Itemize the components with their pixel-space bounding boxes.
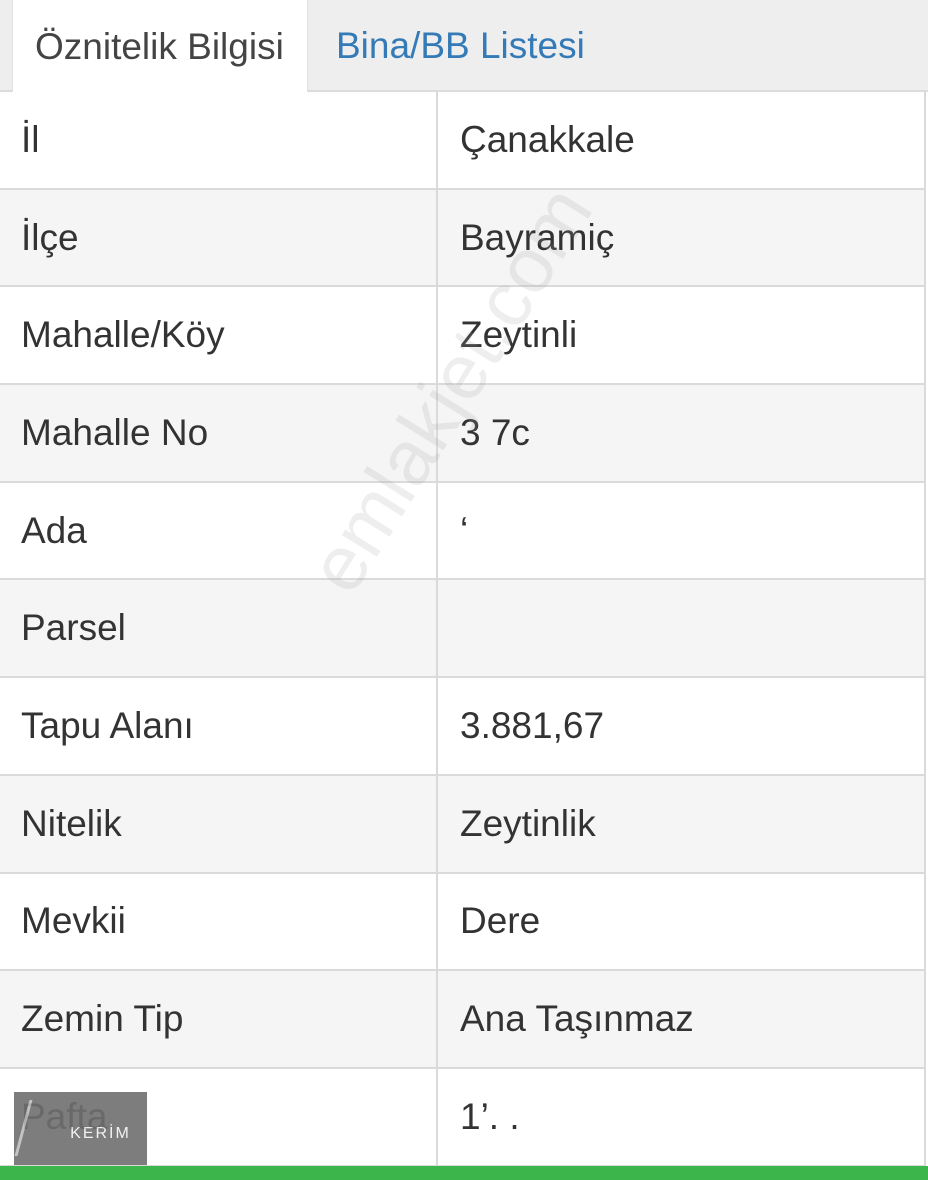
row-label-tapu-alani: Tapu Alanı [0, 678, 438, 774]
table-row: İl Çanakkale [0, 92, 924, 190]
tab-bar: Öznitelik Bilgisi Bina/BB Listesi [0, 0, 928, 94]
row-value-pafta: 1’. . [460, 1095, 520, 1137]
bottom-green-bar [0, 1166, 928, 1180]
table-row: Mahalle/Köy Zeytinli [0, 287, 924, 386]
row-label-zemin-tip: Zemin Tip [0, 971, 438, 1067]
table-row: Tapu Alanı 3.881,67 [0, 678, 924, 776]
attribute-table: İl Çanakkale İlçe Bayramiç Mahalle/Köy Z… [0, 92, 926, 1167]
row-value-il: Çanakkale [460, 118, 635, 160]
row-label-mevkii: Mevkii [0, 873, 438, 970]
logo-text: KERİM [70, 1124, 131, 1142]
logo-mark-icon [14, 1100, 73, 1156]
row-value-tapu-alani: 3.881,67 [460, 704, 605, 746]
table-row: Nitelik Zeytinlik [0, 775, 924, 874]
row-label-parsel: Parsel [0, 580, 438, 677]
row-label-mahalle-no: Mahalle No [0, 385, 438, 481]
row-value-zemin-tip: Ana Taşınmaz [460, 998, 694, 1040]
row-value-ilce: Bayramiç [460, 216, 615, 258]
table-row: Zemin Tip Ana Taşınmaz [0, 971, 924, 1069]
row-label-il: İl [0, 92, 438, 188]
logo-kerim: KERİM [14, 1092, 147, 1165]
table-row: Parsel [0, 580, 924, 679]
row-value-mahalle-no: 3 7c [460, 411, 530, 453]
table-row: Mahalle No 3 7c [0, 385, 924, 483]
table-row: Ada ‘ [0, 482, 924, 581]
tab-oznitelik-bilgisi[interactable]: Öznitelik Bilgisi [12, 0, 308, 94]
row-label-ada: Ada [0, 482, 438, 579]
row-value-parsel [438, 580, 924, 676]
row-value-nitelik: Zeytinlik [460, 802, 596, 844]
row-value-mahalle-koy: Zeytinli [460, 314, 578, 356]
row-label-nitelik: Nitelik [0, 775, 438, 872]
row-value-ada: ‘ [460, 509, 469, 551]
table-row: İlçe Bayramiç [0, 189, 924, 288]
row-label-mahalle-koy: Mahalle/Köy [0, 287, 438, 384]
row-value-mevkii: Dere [460, 900, 541, 942]
tab-bina-bb-listesi[interactable]: Bina/BB Listesi [336, 0, 585, 92]
row-label-ilce: İlçe [0, 189, 438, 286]
table-row: Mevkii Dere [0, 873, 924, 972]
